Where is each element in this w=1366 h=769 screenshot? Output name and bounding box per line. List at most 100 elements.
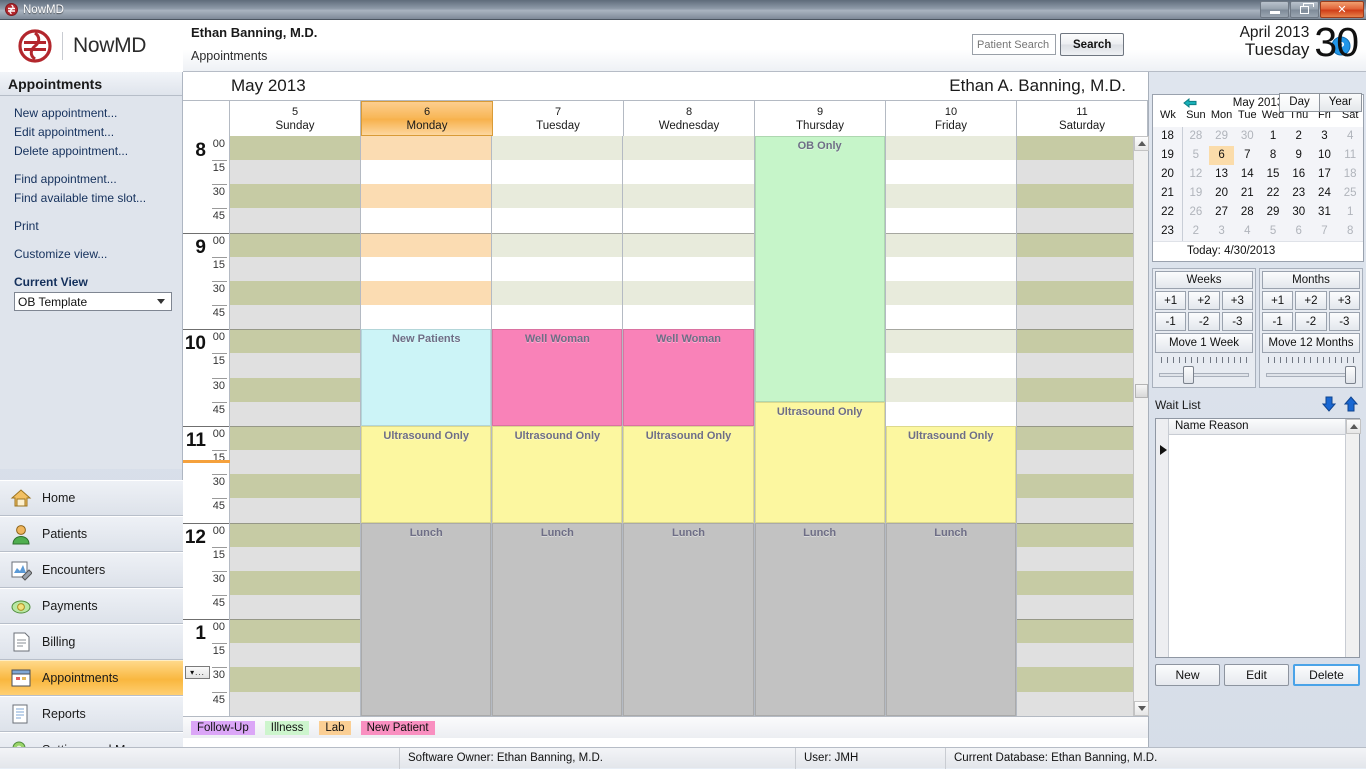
weeks-slider-thumb[interactable] [1183,366,1194,384]
time-slot-cell[interactable] [886,160,1016,184]
calendar-scrollbar[interactable] [1133,136,1148,716]
time-slot-cell[interactable] [230,667,360,691]
weeks-minus-3[interactable]: -3 [1222,312,1253,331]
mini-calendar-day[interactable]: 31 [1312,203,1338,222]
mini-calendar-day[interactable]: 1 [1337,203,1363,222]
months-slider-thumb[interactable] [1345,366,1356,384]
time-slot-cell[interactable] [492,281,622,305]
months-plus-2[interactable]: +2 [1295,291,1326,310]
time-slot-cell[interactable] [1017,571,1147,595]
time-slot-cell[interactable] [230,136,360,160]
time-slot-cell[interactable] [492,184,622,208]
arrow-up-icon[interactable] [1344,396,1358,415]
time-slot-cell[interactable] [886,329,1016,353]
mini-calendar-day[interactable]: 30 [1234,127,1260,146]
time-slot-cell[interactable] [230,329,360,353]
minimize-button[interactable] [1260,1,1289,18]
appointment-block[interactable]: Ultrasound Only [361,426,491,523]
time-slot-cell[interactable] [230,619,360,643]
day-column-tuesday[interactable]: Well WomanUltrasound OnlyLunch [492,136,623,716]
time-slot-cell[interactable] [230,547,360,571]
mini-calendar-day[interactable]: 9 [1286,146,1312,165]
time-slot-cell[interactable] [492,305,622,329]
appointment-block[interactable]: OB Only [755,136,885,402]
time-slot-cell[interactable] [230,208,360,232]
time-slot-cell[interactable] [1017,619,1147,643]
time-slot-cell[interactable] [361,257,491,281]
time-slot-cell[interactable] [230,474,360,498]
mini-calendar-day[interactable]: 29 [1260,203,1286,222]
time-slot-cell[interactable] [230,233,360,257]
time-slot-cell[interactable] [886,353,1016,377]
sidebar-item-appointments[interactable]: Appointments [0,660,183,696]
day-header-wednesday[interactable]: 8Wednesday [624,101,755,136]
close-button[interactable]: ✕ [1320,1,1364,18]
time-slot-cell[interactable] [230,353,360,377]
time-slot-cell[interactable] [492,136,622,160]
sidebar-menu-item-print[interactable]: Print [14,217,182,236]
day-column-friday[interactable]: Ultrasound OnlyLunch [886,136,1017,716]
months-plus-1[interactable]: +1 [1262,291,1293,310]
time-slot-cell[interactable] [1017,257,1147,281]
time-slot-cell[interactable] [492,233,622,257]
mini-calendar-day[interactable]: 3 [1312,127,1338,146]
time-slot-cell[interactable] [886,281,1016,305]
day-column-saturday[interactable] [1017,136,1148,716]
wait-list-new-button[interactable]: New [1155,664,1220,686]
time-slot-cell[interactable] [230,160,360,184]
mini-calendar-day[interactable]: 8 [1337,222,1363,241]
mini-calendar-day[interactable]: 27 [1209,203,1235,222]
collapse-toggle[interactable]: ▾... [185,666,210,679]
time-slot-cell[interactable] [886,184,1016,208]
arrow-down-icon[interactable] [1322,396,1336,415]
appointment-block[interactable]: Ultrasound Only [755,402,885,523]
mini-calendar-day[interactable]: 12 [1183,165,1209,184]
time-slot-cell[interactable] [1017,378,1147,402]
tab-year[interactable]: Year [1320,93,1362,112]
mini-calendar-day[interactable]: 24 [1312,184,1338,203]
time-slot-cell[interactable] [230,571,360,595]
weeks-plus-2[interactable]: +2 [1188,291,1219,310]
mini-calendar-day[interactable]: 5 [1183,146,1209,165]
time-slot-cell[interactable] [1017,426,1147,450]
time-slot-cell[interactable] [886,233,1016,257]
day-header-monday[interactable]: 6Monday [361,101,493,136]
scroll-down-icon[interactable] [1134,701,1149,716]
mini-calendar-day[interactable]: 28 [1183,127,1209,146]
mini-calendar-day[interactable]: 30 [1286,203,1312,222]
mini-calendar-day[interactable]: 19 [1183,184,1209,203]
time-slot-cell[interactable] [230,643,360,667]
months-minus-1[interactable]: -1 [1262,312,1293,331]
sidebar-item-patients[interactable]: Patients [0,516,183,552]
time-slot-cell[interactable] [623,184,753,208]
scroll-up-icon[interactable] [1346,419,1361,434]
mini-calendar-day[interactable]: 17 [1312,165,1338,184]
mini-calendar-day[interactable]: 21 [1234,184,1260,203]
time-slot-cell[interactable] [1017,474,1147,498]
time-slot-cell[interactable] [623,208,753,232]
wait-list-scrollbar[interactable] [1345,419,1359,657]
mini-calendar-day[interactable]: 4 [1337,127,1363,146]
arrow-left-icon[interactable] [1183,97,1197,109]
time-slot-cell[interactable] [361,305,491,329]
time-slot-cell[interactable] [230,305,360,329]
months-plus-3[interactable]: +3 [1329,291,1360,310]
appointment-block[interactable]: Lunch [755,523,885,716]
day-column-thursday[interactable]: OB OnlyUltrasound OnlyLunch [755,136,886,716]
time-slot-cell[interactable] [623,136,753,160]
mini-calendar-day[interactable]: 18 [1337,165,1363,184]
mini-calendar-day[interactable]: 29 [1209,127,1235,146]
time-slot-cell[interactable] [361,160,491,184]
months-minus-2[interactable]: -2 [1295,312,1326,331]
time-slot-cell[interactable] [1017,233,1147,257]
appointment-block[interactable]: Lunch [623,523,753,716]
appointment-block[interactable]: Well Woman [623,329,753,426]
day-header-thursday[interactable]: 9Thursday [755,101,886,136]
months-slider[interactable] [1262,357,1360,385]
scroll-up-icon[interactable] [1134,136,1149,151]
time-slot-cell[interactable] [1017,643,1147,667]
mini-calendar-day[interactable]: 28 [1234,203,1260,222]
mini-calendar-day[interactable]: 2 [1183,222,1209,241]
mini-calendar-day[interactable]: 15 [1260,165,1286,184]
mini-calendar-day[interactable]: 1 [1260,127,1286,146]
